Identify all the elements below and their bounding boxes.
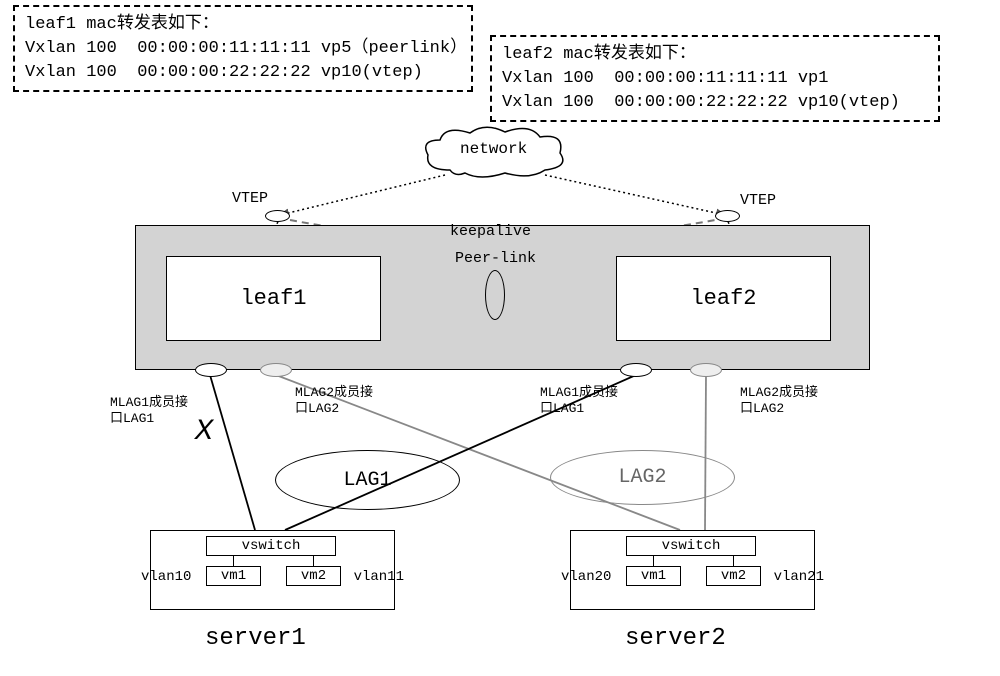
leaf1-label: leaf1 bbox=[240, 286, 306, 311]
vtep-label-left: VTEP bbox=[232, 190, 268, 207]
server1-vswitch: vswitch bbox=[206, 536, 336, 556]
mlag-label-leaf1-lag2: MLAG2成员接口LAG2 bbox=[295, 385, 385, 416]
network-label: network bbox=[460, 140, 527, 158]
vm1-label: vm1 bbox=[641, 568, 666, 584]
server1-box: vswitch vm1 vm2 vlan10 vlan11 bbox=[150, 530, 395, 610]
server2-vlan-right: vlan21 bbox=[774, 569, 824, 585]
server2-name: server2 bbox=[625, 625, 726, 652]
leaf2-mac-title: leaf2 mac转发表如下： bbox=[502, 45, 696, 64]
leaf1-port-lag1 bbox=[195, 363, 227, 377]
lag2-label: LAG2 bbox=[618, 466, 666, 489]
leaf2-label: leaf2 bbox=[690, 286, 756, 311]
server1-vm2: vm2 bbox=[286, 566, 341, 586]
server2-vlan-left: vlan20 bbox=[561, 569, 611, 585]
server2-box: vswitch vm1 vm2 vlan20 vlan21 bbox=[570, 530, 815, 610]
server2-vswitch: vswitch bbox=[626, 536, 756, 556]
leaf2-port-lag2 bbox=[690, 363, 722, 377]
leaf1-mac-title: leaf1 mac转发表如下： bbox=[25, 15, 219, 34]
server2-vm2: vm2 bbox=[706, 566, 761, 586]
server1-name: server1 bbox=[205, 625, 306, 652]
leaf1-port-lag2 bbox=[260, 363, 292, 377]
server1-vlan-right: vlan11 bbox=[354, 569, 404, 585]
vm1-label: vm1 bbox=[221, 568, 246, 584]
leaf2-switch: leaf2 bbox=[616, 256, 831, 341]
vswitch-label: vswitch bbox=[242, 538, 301, 554]
vswitch-label: vswitch bbox=[662, 538, 721, 554]
lag1-label: LAG1 bbox=[343, 469, 391, 492]
keepalive-label: keepalive bbox=[450, 223, 531, 240]
vtep-port-right bbox=[715, 210, 740, 222]
vtep-label-right: VTEP bbox=[740, 192, 776, 209]
lag1-group: LAG1 bbox=[275, 450, 460, 510]
leaf2-mac-row2: Vxlan 100 00:00:00:22:22:22 vp10(vtep) bbox=[502, 93, 900, 112]
vm2-label: vm2 bbox=[301, 568, 326, 584]
mlag-label-leaf2-lag2: MLAG2成员接口LAG2 bbox=[740, 385, 830, 416]
server1-vm1: vm1 bbox=[206, 566, 261, 586]
mlag-label-leaf1-lag1: MLAG1成员接口LAG1 bbox=[110, 395, 200, 426]
link-failure-mark: X bbox=[195, 415, 213, 449]
peer-link-oval bbox=[485, 270, 505, 320]
peer-link-label: Peer-link bbox=[455, 250, 536, 267]
vtep-port-left bbox=[265, 210, 290, 222]
vm2-label: vm2 bbox=[721, 568, 746, 584]
leaf2-mac-row1: Vxlan 100 00:00:00:11:11:11 vp1 bbox=[502, 69, 828, 88]
leaf1-switch: leaf1 bbox=[166, 256, 381, 341]
leaf1-mac-table: leaf1 mac转发表如下： Vxlan 100 00:00:00:11:11… bbox=[13, 5, 473, 92]
leaf1-mac-row2: Vxlan 100 00:00:00:22:22:22 vp10(vtep) bbox=[25, 63, 423, 82]
leaf2-port-lag1 bbox=[620, 363, 652, 377]
lag2-group: LAG2 bbox=[550, 450, 735, 505]
server1-vlan-left: vlan10 bbox=[141, 569, 191, 585]
mlag-label-leaf2-lag1: MLAG1成员接口LAG1 bbox=[540, 385, 630, 416]
leaf1-mac-row1: Vxlan 100 00:00:00:11:11:11 vp5（peerlink… bbox=[25, 39, 467, 58]
leaf2-mac-table: leaf2 mac转发表如下： Vxlan 100 00:00:00:11:11… bbox=[490, 35, 940, 122]
server2-vm1: vm1 bbox=[626, 566, 681, 586]
